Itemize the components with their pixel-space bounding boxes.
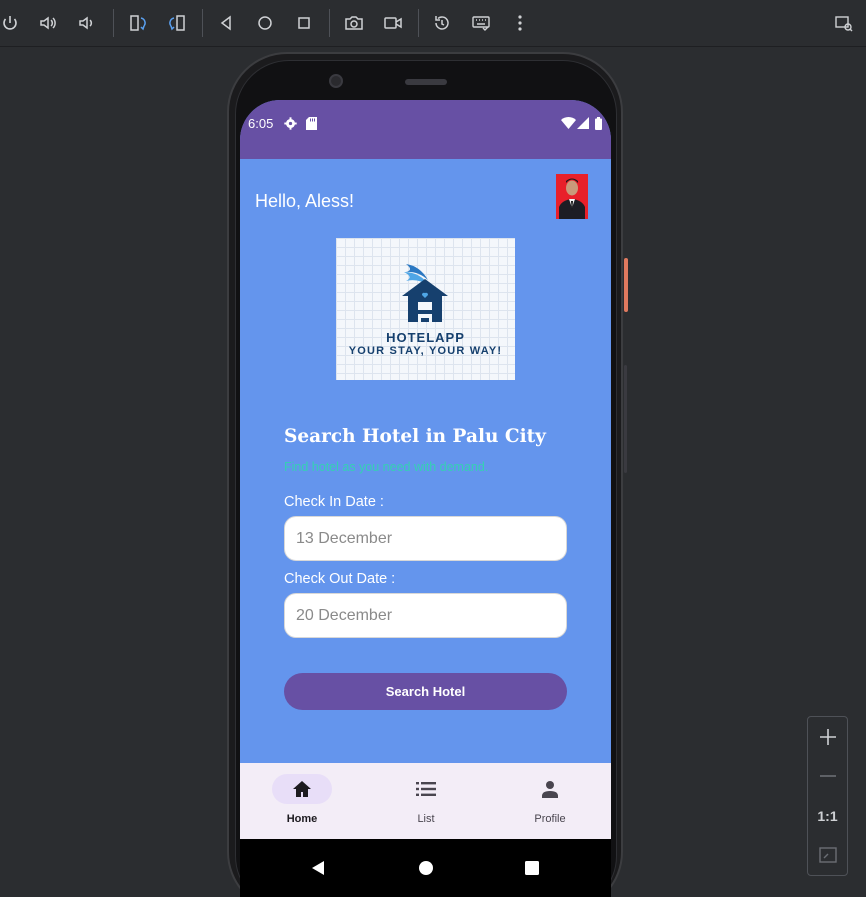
zoom-panel: 1:1 xyxy=(807,716,848,876)
reset-icon[interactable] xyxy=(429,10,455,36)
screen-record-icon[interactable] xyxy=(380,10,406,36)
home-icon[interactable] xyxy=(252,10,278,36)
volume-down-icon[interactable] xyxy=(73,10,99,36)
device-mirror-icon[interactable] xyxy=(831,10,857,36)
rotate-right-icon[interactable] xyxy=(164,10,190,36)
overview-icon[interactable] xyxy=(291,10,317,36)
status-time: 6:05 xyxy=(248,116,274,131)
settings-icon xyxy=(284,116,297,130)
zoom-in-icon[interactable] xyxy=(808,718,847,756)
back-icon[interactable] xyxy=(213,10,239,36)
device-screen: 6:05 Hello, Aless! HOTELAPP YOUR STAY, Y… xyxy=(240,100,611,897)
logo-name: HOTELAPP xyxy=(386,330,465,345)
nav-item-profile[interactable]: Profile xyxy=(488,763,611,839)
check-in-date-field[interactable]: 13 December xyxy=(284,516,567,561)
list-icon xyxy=(414,779,438,799)
search-subtitle: Find hotel as you need with demand. xyxy=(284,460,489,474)
power-icon[interactable] xyxy=(0,10,23,36)
bottom-navigation: Home List Profile xyxy=(240,763,611,839)
nav-label-home: Home xyxy=(286,813,318,825)
person-icon xyxy=(538,779,562,799)
earpiece-speaker xyxy=(405,79,447,85)
emulator-toolbar xyxy=(0,0,866,47)
system-back-icon[interactable] xyxy=(303,853,333,883)
search-title: Search Hotel in Palu City xyxy=(284,426,546,447)
logo-tagline: YOUR STAY, YOUR WAY! xyxy=(348,345,503,357)
system-navigation-bar xyxy=(240,839,611,897)
status-bar: 6:05 xyxy=(240,100,611,159)
keyboard-icon[interactable] xyxy=(468,10,494,36)
search-hotel-button[interactable]: Search Hotel xyxy=(284,673,567,710)
system-overview-icon[interactable] xyxy=(517,853,547,883)
nav-item-home[interactable]: Home xyxy=(240,763,364,839)
volume-side-button[interactable] xyxy=(624,365,627,473)
battery-icon xyxy=(595,116,602,130)
home-icon xyxy=(290,779,314,799)
check-out-date-field[interactable]: 20 December xyxy=(284,593,567,638)
nav-item-list[interactable]: List xyxy=(364,763,488,839)
screenshot-icon[interactable] xyxy=(341,10,367,36)
system-home-icon[interactable] xyxy=(411,853,441,883)
rotate-left-icon[interactable] xyxy=(125,10,151,36)
more-icon[interactable] xyxy=(507,10,533,36)
greeting-text: Hello, Aless! xyxy=(255,191,355,211)
wifi-icon xyxy=(561,116,576,130)
zoom-out-icon[interactable] xyxy=(808,757,847,795)
hotelapp-logo: HOTELAPP YOUR STAY, YOUR WAY! xyxy=(336,238,515,380)
sd-card-icon xyxy=(306,116,317,130)
nav-label-list: List xyxy=(417,813,435,825)
volume-up-icon[interactable] xyxy=(35,10,61,36)
front-camera xyxy=(329,74,343,88)
nav-label-profile: Profile xyxy=(534,813,566,825)
avatar[interactable] xyxy=(556,174,588,219)
check-out-label: Check Out Date : xyxy=(284,571,396,587)
power-side-button[interactable] xyxy=(624,258,628,312)
cellular-signal-icon xyxy=(577,116,589,130)
check-in-label: Check In Date : xyxy=(284,494,384,510)
zoom-fit-icon[interactable] xyxy=(808,836,847,874)
zoom-actual-size-button[interactable]: 1:1 xyxy=(808,797,847,835)
